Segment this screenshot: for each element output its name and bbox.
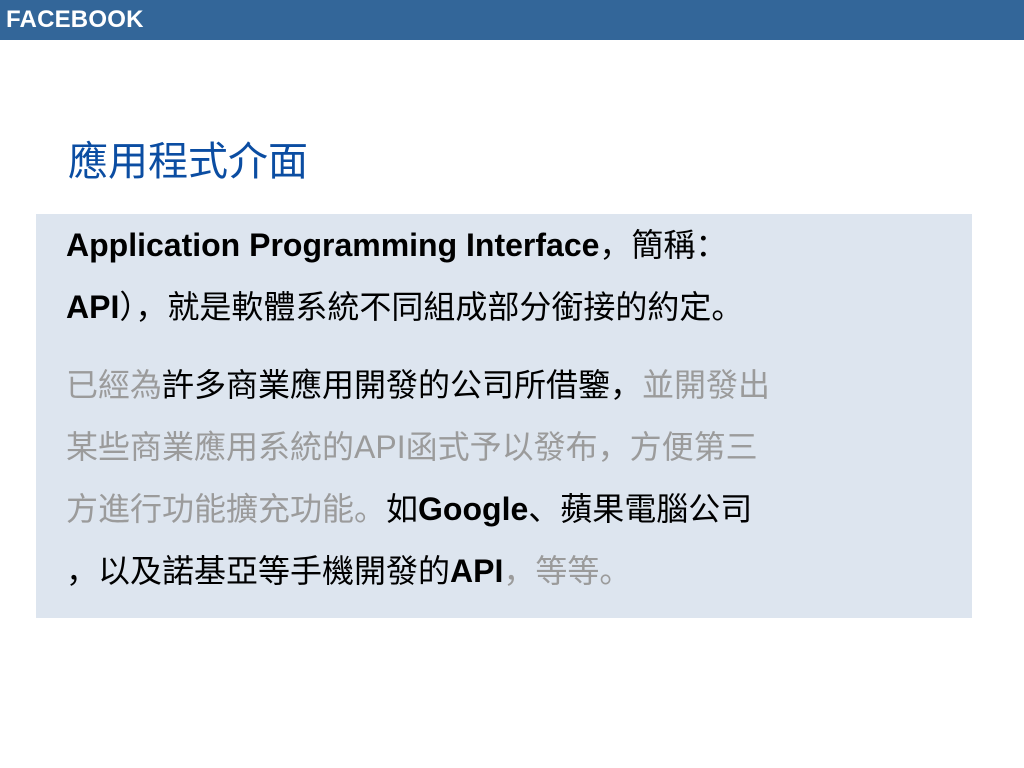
paragraph-examples: 已經為許多商業應用開發的公司所借鑒，並開發出 某些商業應用系統的API函式予以發… <box>66 354 946 602</box>
text-muted: 函式予以發布，方便第三 <box>405 428 758 466</box>
header-label: FACEBOOK <box>6 6 144 33</box>
paragraph-line: API），就是軟體系統不同組成部分銜接的約定。 <box>66 276 946 338</box>
paragraph-line: 方進行功能擴充功能。如Google、蘋果電腦公司 <box>66 478 946 540</box>
text-muted: ，等等。 <box>503 552 632 590</box>
header-bar: FACEBOOK <box>0 0 1024 40</box>
paragraph-line: ，以及諾基亞等手機開發的API，等等。 <box>66 540 946 602</box>
text-muted: 方進行功能擴充功能。 <box>66 490 387 528</box>
definition-text: ），就是軟體系統不同組成部分銜接的約定。 <box>119 288 744 326</box>
paragraph-definition: Application Programming Interface，簡稱： AP… <box>66 214 946 338</box>
content-box: Application Programming Interface，簡稱： AP… <box>36 214 972 618</box>
api-full-name: Application Programming Interface <box>66 227 600 263</box>
api-abbreviation: API <box>66 289 120 325</box>
text-muted-api: API <box>354 429 406 465</box>
text-muted: 並開發出 <box>642 366 771 404</box>
paragraph-line: Application Programming Interface，簡稱： <box>66 214 946 276</box>
text-emphasis: 、蘋果電腦公司 <box>528 490 753 528</box>
paragraph-line: 某些商業應用系統的API函式予以發布，方便第三 <box>66 416 946 478</box>
slide: FACEBOOK 應用程式介面 Application Programming … <box>0 0 1024 768</box>
api-label: API <box>450 553 504 589</box>
slide-title: 應用程式介面 <box>68 139 308 185</box>
text-emphasis: ，以及諾基亞等手機開發的 <box>66 552 451 590</box>
text-emphasis: 許多商業應用開發的公司所借鑒， <box>162 366 643 404</box>
text-emphasis: 如 <box>386 490 419 528</box>
text-muted: 已經為 <box>66 366 163 404</box>
paragraph-line: 已經為許多商業應用開發的公司所借鑒，並開發出 <box>66 354 946 416</box>
text-muted: 某些商業應用系統的 <box>66 428 355 466</box>
abbreviation-label: ，簡稱： <box>599 226 728 264</box>
google-label: Google <box>418 491 529 527</box>
